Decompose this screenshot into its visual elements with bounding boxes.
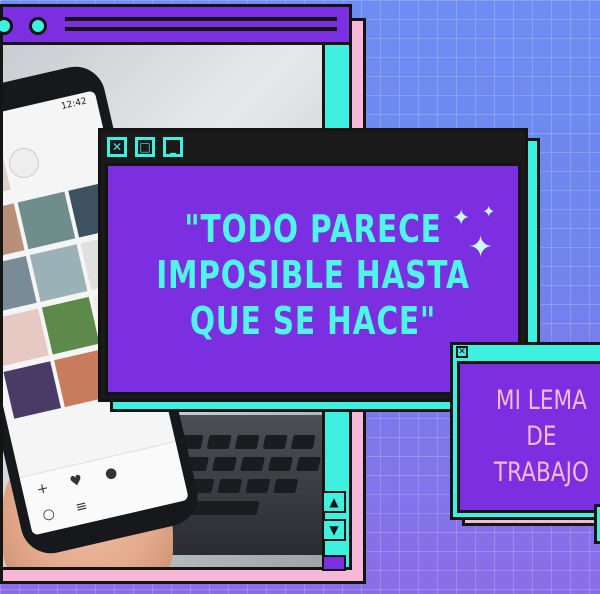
lema-body: MI LEMA DE TRABAJO xyxy=(457,361,600,513)
quote-window-titlebar: ✕ □ _ xyxy=(101,131,525,163)
menu-icon: ≡ xyxy=(74,497,90,516)
home-icon: ○ xyxy=(40,505,57,524)
photo-window-titlebar xyxy=(0,7,349,45)
maximize-icon[interactable]: □ xyxy=(135,137,155,157)
quote-text: "TODO PARECE IMPOSIBLE HASTA QUE SE HACE… xyxy=(156,207,470,343)
close-icon[interactable]: ✕ xyxy=(107,137,127,157)
minimize-icon[interactable]: _ xyxy=(163,137,183,157)
titlebar-line xyxy=(65,17,337,21)
scrollbar-thumb[interactable] xyxy=(322,555,346,571)
scroll-down-button[interactable]: ▼ xyxy=(322,519,346,541)
lema-text: MI LEMA DE TRABAJO xyxy=(493,385,589,488)
phone-nav-bar: + ♥ ● ○ ≡ xyxy=(19,441,189,536)
decorative-box xyxy=(594,504,600,544)
scroll-up-button[interactable]: ▲ xyxy=(322,491,346,513)
plus-icon: + xyxy=(35,480,51,499)
phone-status-time: 12:42 xyxy=(60,96,88,113)
window-dot-icon[interactable] xyxy=(29,17,47,35)
sparkle-icon: ✦ xyxy=(482,202,496,221)
lema-window-titlebar: ✕ xyxy=(453,345,600,361)
sparkle-icon: ✦ xyxy=(468,230,494,265)
sparkle-icon: ✦ xyxy=(452,206,471,231)
lema-window: ✕ MI LEMA DE TRABAJO xyxy=(450,342,600,520)
window-dot-icon[interactable] xyxy=(0,17,13,35)
titlebar-line xyxy=(65,27,337,31)
close-icon[interactable]: ✕ xyxy=(456,346,468,358)
profile-icon: ● xyxy=(103,464,119,483)
heart-icon: ♥ xyxy=(68,472,85,491)
